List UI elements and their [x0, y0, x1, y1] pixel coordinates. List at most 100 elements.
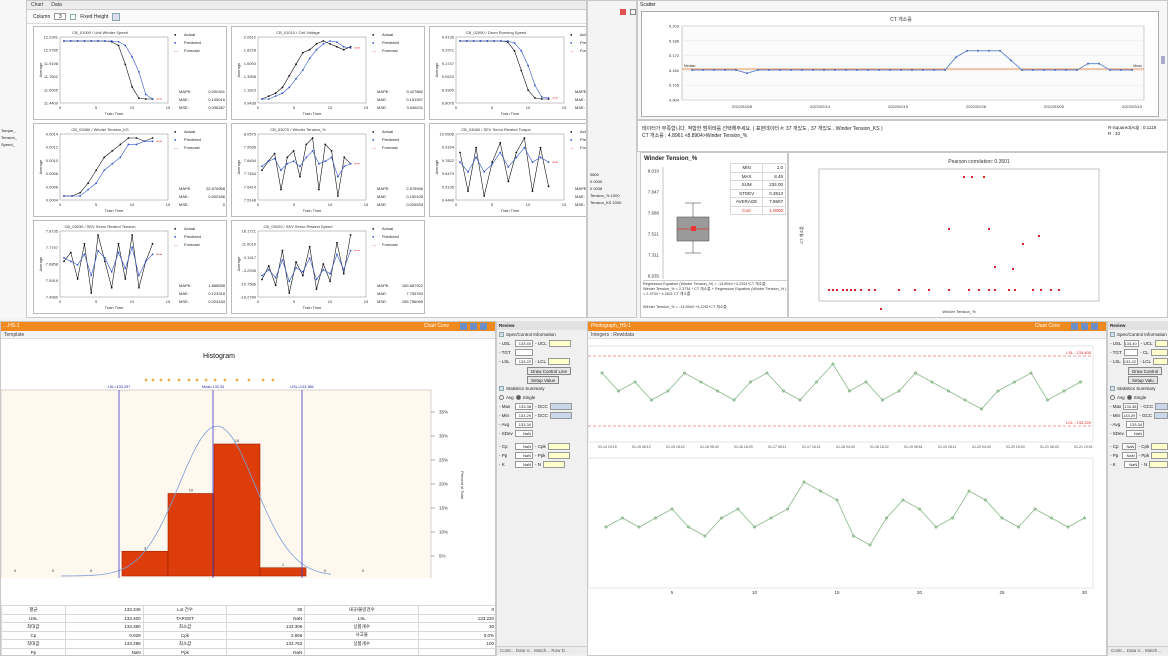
single-radio[interactable]	[515, 395, 521, 400]
maximize-icon[interactable]	[470, 323, 477, 330]
review-row-value[interactable]: NaN	[515, 452, 533, 459]
review-row-input[interactable]	[1151, 452, 1168, 459]
review-row-value[interactable]: 133.34	[515, 421, 533, 428]
scatter-trend-panel: Scatter CT 개소를 5.203 5.186 5.170 5.160 5.155 4…	[637, 0, 1168, 120]
review-row-input[interactable]	[548, 340, 571, 347]
close-icon[interactable]	[620, 9, 626, 15]
scatter-point	[948, 289, 950, 291]
box-stats-cell: Corr	[729, 205, 764, 215]
setup-value-button[interactable]: Setup Value	[527, 375, 560, 384]
review-row-value[interactable]: NaN	[515, 430, 533, 437]
draw-control-line-button[interactable]: Draw Control Line	[527, 366, 572, 375]
plot-frame	[257, 133, 367, 201]
chart-conv-button[interactable]: Chart Conv	[424, 322, 449, 331]
metric-row: MAPE: 2.576946	[377, 186, 423, 191]
review-row-input[interactable]	[547, 452, 570, 459]
scatter-point	[1050, 289, 1052, 291]
review-bottom-tabs[interactable]: Contr... Data V... Match... Row D...	[497, 646, 588, 654]
collapse-icon[interactable]	[499, 386, 504, 391]
review-row-value[interactable]	[1123, 349, 1139, 356]
metric-row: MAE: 7.759783	[377, 291, 423, 296]
tab-scatter[interactable]: Scatter	[640, 2, 656, 8]
review-row-input[interactable]	[547, 443, 570, 450]
review-row-value[interactable]: NaN	[1123, 461, 1140, 468]
review-row-value[interactable]: 133.22	[1122, 358, 1138, 365]
review-row-value[interactable]: NaN	[515, 443, 533, 450]
review-row-value[interactable]: NaN	[515, 461, 533, 468]
fixed-height-checkbox[interactable]	[70, 13, 77, 20]
review-row-value[interactable]: 133.40	[515, 340, 533, 347]
histogram-table-cell: 133.380	[64, 622, 144, 632]
minimize-icon[interactable]	[1071, 323, 1078, 330]
minimize-icon[interactable]	[460, 323, 467, 330]
review-row-value[interactable]: NaN	[1126, 430, 1144, 437]
review-row-value[interactable]: 133.29	[515, 412, 533, 419]
review-row-value[interactable]: 133.29	[1122, 412, 1138, 419]
review-row-value[interactable]: 133.38	[1123, 403, 1139, 410]
review-row-input[interactable]	[549, 412, 572, 419]
chart-metrics: MAPE: MAE: MSE:	[575, 88, 586, 112]
chart-conv-button[interactable]: Chart Conv	[1035, 322, 1060, 331]
review-row-input[interactable]	[1153, 358, 1168, 365]
review-row-input[interactable]	[1155, 403, 1168, 410]
tab-chart[interactable]: Chart	[31, 2, 43, 8]
plot-frame	[455, 36, 565, 104]
x-tick-label: 10	[328, 105, 333, 110]
review-row-input[interactable]	[548, 358, 571, 365]
review-row-value[interactable]	[515, 349, 533, 356]
collapse-icon[interactable]	[1110, 386, 1115, 391]
review-row-value[interactable]: 133.40	[1123, 340, 1139, 347]
tab-data[interactable]: Data	[51, 2, 62, 8]
review-row-value[interactable]: 133.34	[1126, 421, 1144, 428]
close-icon[interactable]	[480, 323, 487, 330]
trend-chart-frame: CT 개소를 5.203 5.186 5.170 5.160 5.155 4.904 2022…	[641, 11, 1159, 117]
review-row-value[interactable]: NaN	[1122, 443, 1137, 450]
column-input[interactable]: 3	[54, 13, 67, 20]
refresh-icon[interactable]	[112, 12, 121, 21]
review-row-value[interactable]: NaN	[1122, 452, 1137, 459]
avg-radio[interactable]	[499, 395, 504, 400]
predicted-point	[124, 267, 127, 270]
histogram-table-row: USL 133.400 TARGET NaN LSL 133.220	[1, 613, 495, 623]
review-row-input[interactable]	[1154, 340, 1168, 347]
review-bottom-tabs[interactable]: Contr... Data V... Match...	[1108, 646, 1168, 654]
review-row-input[interactable]	[1150, 349, 1168, 356]
collapse-icon[interactable]	[499, 332, 504, 337]
single-radio[interactable]	[1126, 395, 1132, 400]
trend-y-tick: 5.203	[669, 24, 680, 29]
actual-point	[539, 146, 542, 149]
pin-icon[interactable]	[630, 9, 636, 15]
predicted-point	[135, 143, 138, 146]
setup-value-button[interactable]: Setup Valu	[1128, 375, 1158, 384]
histogram-table-row: Pp NaN Ppk NaN	[1, 647, 495, 655]
actual-point	[330, 149, 333, 152]
review-row-value[interactable]: 133.38	[515, 403, 533, 410]
metric-row: MAPE: 22.676968	[179, 186, 225, 191]
review-row-input[interactable]	[549, 403, 572, 410]
scatter-point	[928, 289, 930, 291]
review-row-input[interactable]	[1151, 443, 1168, 450]
review-row-input[interactable]	[543, 461, 565, 468]
trend-y-tick: 5.170	[669, 53, 680, 58]
maximize-icon[interactable]	[1081, 323, 1088, 330]
trend-x-tick: 2022/02/08	[732, 104, 753, 109]
trend-point	[779, 69, 781, 71]
predicted-point	[305, 156, 308, 159]
control-point-2	[753, 525, 756, 529]
review-row-input[interactable]	[1153, 412, 1168, 419]
box-plot-panel: Winder Tension_% 8.010 7.847 7.686 7.521 7.3…	[640, 152, 788, 318]
predicted-point	[315, 48, 318, 51]
avg-radio[interactable]	[1110, 395, 1115, 400]
actual-point	[515, 151, 518, 154]
review-row-label: - Avg	[499, 422, 510, 427]
y-tick-label: 7.7454	[244, 171, 257, 176]
histogram-table-cell: 133.298	[64, 639, 144, 649]
review-row-value[interactable]: 133.22	[515, 358, 533, 365]
predicted-point	[267, 268, 270, 271]
collapse-icon[interactable]	[1110, 332, 1115, 337]
control-point	[666, 389, 670, 393]
draw-control-button[interactable]: Draw Control	[1128, 366, 1163, 375]
close-icon[interactable]	[1091, 323, 1098, 330]
expand-icon[interactable]	[1161, 56, 1165, 64]
review-row-input[interactable]	[1149, 461, 1168, 468]
